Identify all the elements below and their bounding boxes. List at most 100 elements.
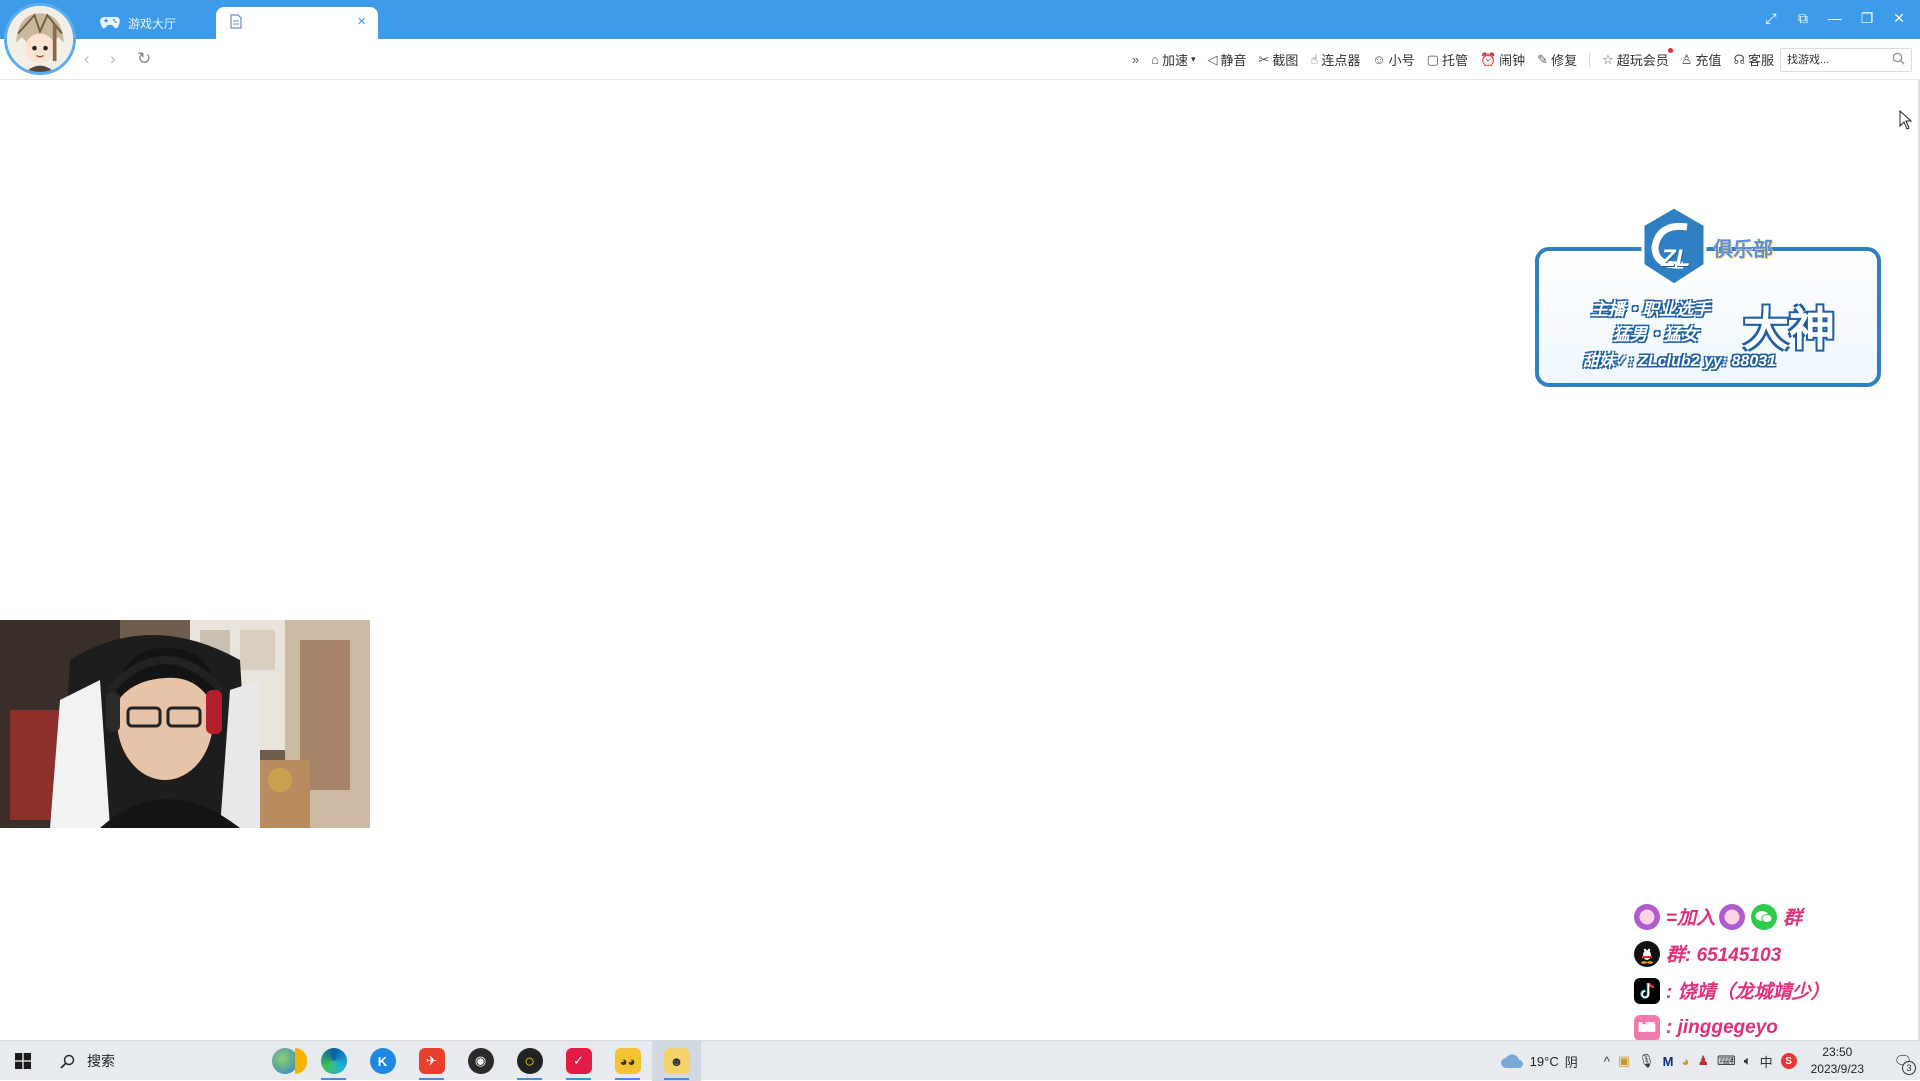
chevron-up-icon[interactable]: ^ xyxy=(1604,1054,1610,1069)
microphone-icon[interactable]: 🎙︎ xyxy=(1638,1053,1655,1069)
clock-time: 23:50 xyxy=(1822,1045,1853,1059)
double-chevron-icon: » xyxy=(1131,52,1140,67)
alarm-clock-icon: ⏰ xyxy=(1479,51,1497,67)
taskbar-search[interactable]: 搜索 xyxy=(50,1041,260,1081)
network-icon[interactable]: ⌨ xyxy=(1717,1053,1736,1069)
ime-indicator[interactable]: 中 xyxy=(1760,1052,1773,1071)
social-row-douyin: : 饶靖（龙城靖少） xyxy=(1634,972,1830,1009)
alarm-button[interactable]: ⏰ 闹钟 xyxy=(1480,50,1525,69)
repair-button[interactable]: ✎ 修复 xyxy=(1537,50,1577,69)
tray-app-icon[interactable]: M xyxy=(1663,1054,1674,1069)
tab-current-page[interactable]: × xyxy=(216,7,378,39)
accelerate-label: 加速 xyxy=(1161,53,1188,68)
repair-label: 修复 xyxy=(1551,53,1578,68)
tab-close-icon[interactable]: × xyxy=(357,13,366,30)
system-tray: 19°C 阴 ^ ▣ 🎙︎ M ◕ ♟ ⌨ 🔈︎ 中 S 23:50 2023/… xyxy=(1500,1041,1920,1081)
caret-down-icon: ▾ xyxy=(1190,54,1196,64)
taskbar-app-red-check[interactable]: ✓ xyxy=(554,1041,603,1081)
qq-penguin-icon xyxy=(1634,940,1660,967)
club-line-2: 猛男・猛女 xyxy=(1613,325,1698,344)
taskbar-app-yellow-ring[interactable]: ○ xyxy=(505,1041,554,1081)
weather-widget[interactable]: 19°C 阴 xyxy=(1500,1052,1578,1071)
globe-icon xyxy=(271,1048,298,1074)
taskbar-app-obs[interactable]: ◉ xyxy=(456,1041,505,1081)
pin-window-icon[interactable]: ⧉ xyxy=(1788,5,1818,31)
sogou-input-icon[interactable]: S xyxy=(1780,1053,1797,1069)
club-banner: ZL 俱乐部 主播・职业选手 猛男・猛女 甜妹✓: ZLclub2 yy: 88… xyxy=(1533,205,1885,387)
bilibili-text: : jinggegeyo xyxy=(1666,1016,1778,1038)
taskbar-app-red-bird[interactable]: ✈ xyxy=(407,1041,456,1081)
taskbar-widget-news[interactable] xyxy=(260,1041,309,1081)
social-overlay: =加入 群 群: 65145103 : 饶靖（龙城靖少） bili : jing… xyxy=(1634,898,1830,1046)
toolbar-tools: » ⌂ 加速 ▾ ◁ 静音 ✂ 截图 ☝ 连点器 ☺ 小号 ▢ 托管 ⏰ 闹钟 xyxy=(1132,39,1774,80)
restore-icon[interactable]: ❐ xyxy=(1852,5,1882,31)
gamepad-icon xyxy=(100,15,120,32)
close-icon[interactable]: ✕ xyxy=(1884,5,1914,31)
recharge-label: 充值 xyxy=(1695,53,1722,68)
club-logo-text: ZL xyxy=(1661,245,1691,272)
taskbar-app-kugou[interactable]: K xyxy=(358,1041,407,1081)
start-button[interactable] xyxy=(0,1041,46,1081)
taskbar-app-game-platform[interactable]: ☻ xyxy=(652,1041,701,1081)
tray-owl-icon[interactable]: ◕ xyxy=(1682,1054,1690,1069)
taskbar: 搜索 K ✈ ◉ ○ ✓ ◕◕ ☻ 19°C 阴 ^ ▣ 🎙︎ M ◕ ♟ ⌨ … xyxy=(0,1040,1920,1081)
social-row-join-group: =加入 群 xyxy=(1634,898,1830,935)
forward-button[interactable]: › xyxy=(110,49,116,69)
taskbar-apps: K ✈ ◉ ○ ✓ ◕◕ ☻ xyxy=(260,1041,701,1081)
refresh-button[interactable]: ↻ xyxy=(137,49,151,69)
hosting-label: 托管 xyxy=(1441,53,1468,68)
window-icon: ▢ xyxy=(1426,51,1439,67)
mute-button[interactable]: ◁ 静音 xyxy=(1207,50,1246,69)
qq-group-text: 群: 65145103 xyxy=(1666,945,1782,966)
yellow-ring-app-icon: ○ xyxy=(516,1048,543,1074)
screenshot-label: 截图 xyxy=(1272,53,1299,68)
system-clock[interactable]: 23:50 2023/9/23 xyxy=(1811,1044,1864,1078)
title-bar: 游戏大厅 × ⤢ ⧉ — ❐ ✕ xyxy=(0,0,1920,39)
hosting-button[interactable]: ▢ 托管 xyxy=(1427,50,1468,69)
avatar[interactable] xyxy=(4,3,76,75)
notification-center-button[interactable]: 🗨︎ 3 xyxy=(1886,1041,1920,1081)
minimize-icon[interactable]: — xyxy=(1820,5,1850,31)
coin-bag-icon: ♙ xyxy=(1680,51,1693,67)
speaker-icon: ◁ xyxy=(1207,51,1218,67)
taskbar-app-owl[interactable]: ◕◕ xyxy=(603,1041,652,1081)
mute-label: 静音 xyxy=(1220,53,1247,68)
weather-temperature: 19°C xyxy=(1529,1053,1559,1069)
club-big-title: 大神 xyxy=(1743,302,1835,356)
club-line-1: 主播・职业选手 xyxy=(1591,300,1710,319)
group-suffix: 群 xyxy=(1783,908,1803,929)
club-name: 俱乐部 xyxy=(1713,237,1773,261)
weather-description: 阴 xyxy=(1564,1054,1578,1070)
auto-clicker-button[interactable]: ☝ 连点器 xyxy=(1310,50,1360,69)
wechat-icon xyxy=(1751,903,1778,930)
red-check-app-icon: ✓ xyxy=(565,1048,592,1074)
vip-button[interactable]: ☆ 超玩会员 xyxy=(1602,48,1673,69)
accelerate-button[interactable]: ⌂ 加速 ▾ xyxy=(1151,50,1195,69)
moon-icon xyxy=(295,1048,307,1074)
obs-studio-icon: ◉ xyxy=(467,1048,494,1074)
game-search-input[interactable] xyxy=(1787,54,1887,66)
alt-account-button[interactable]: ☺ 小号 xyxy=(1372,50,1414,69)
tab-game-lobby[interactable]: 游戏大厅 xyxy=(94,7,214,39)
join-text: =加入 xyxy=(1666,908,1716,929)
search-icon[interactable] xyxy=(1892,52,1905,68)
toolbar: ‹ › ↻ » ⌂ 加速 ▾ ◁ 静音 ✂ 截图 ☝ 连点器 ☺ 小号 ▢ 托管 xyxy=(0,39,1920,80)
more-tools-button[interactable]: » xyxy=(1132,52,1139,67)
support-button[interactable]: ☊ 客服 xyxy=(1733,50,1774,69)
back-button[interactable]: ‹ xyxy=(84,49,90,69)
webcam-overlay xyxy=(0,620,370,828)
fullscreen-icon[interactable]: ⤢ xyxy=(1756,5,1786,31)
recharge-button[interactable]: ♙ 充值 xyxy=(1681,50,1722,69)
toolbar-divider xyxy=(1589,51,1591,68)
crown-icon: ☆ xyxy=(1602,51,1614,67)
volume-icon[interactable]: 🔈︎ xyxy=(1744,1053,1752,1069)
windows-logo-icon xyxy=(15,1053,31,1069)
tray-app-icon[interactable]: ▣ xyxy=(1618,1053,1630,1069)
screenshot-button[interactable]: ✂ 截图 xyxy=(1259,50,1299,69)
emblem-icon xyxy=(1634,903,1660,930)
wrench-icon: ✎ xyxy=(1537,51,1549,67)
auto-clicker-label: 连点器 xyxy=(1321,53,1361,68)
scissors-icon: ✂ xyxy=(1258,51,1270,67)
taskbar-app-edge[interactable] xyxy=(309,1041,358,1081)
tray-character-icon[interactable]: ♟ xyxy=(1697,1053,1709,1069)
